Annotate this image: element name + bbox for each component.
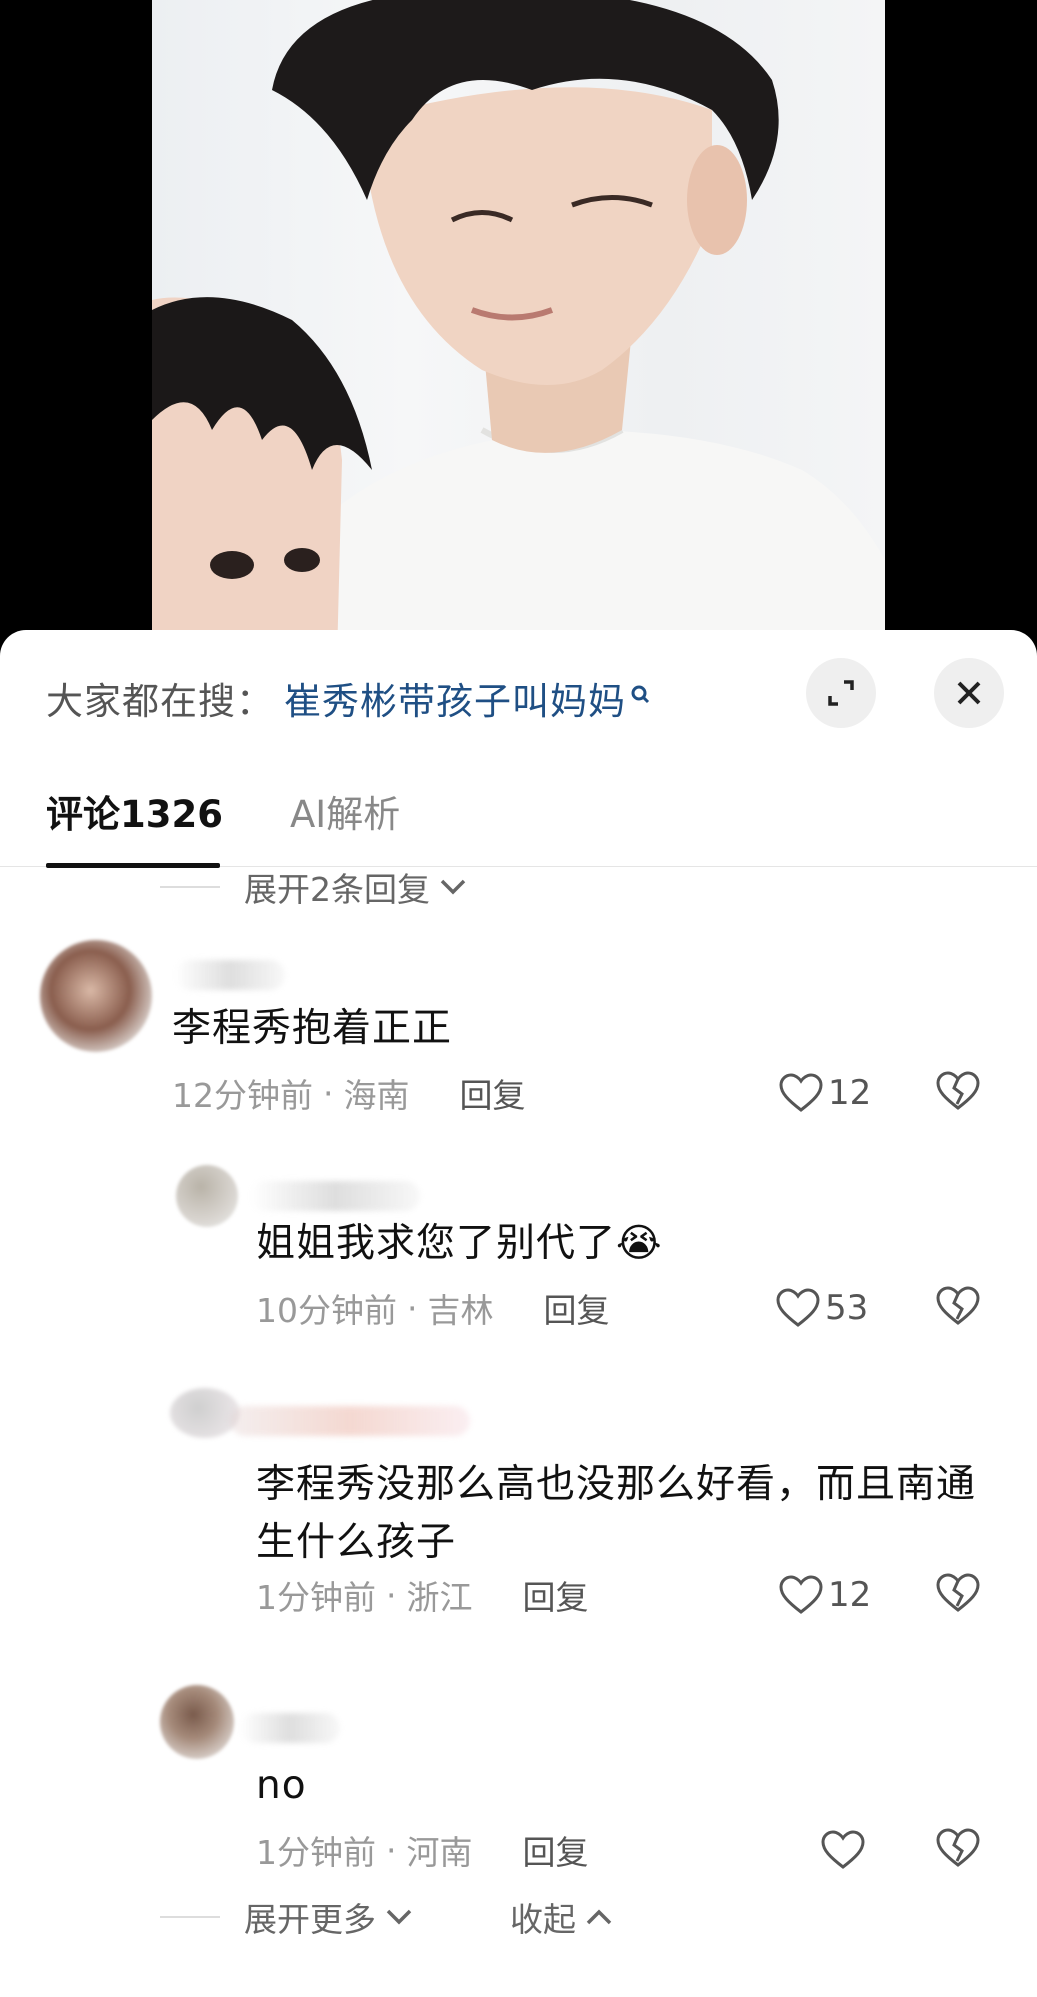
comment-region: 浙江 [406,1578,473,1617]
close-button[interactable] [934,658,1004,728]
heart-icon [776,1288,820,1327]
username-blurred[interactable] [250,1181,420,1211]
comment-meta: 10分钟前 · 吉林 回复 [256,1283,610,1333]
search-prefix: 大家都在搜： [46,680,274,723]
dislike-button[interactable] [935,1070,981,1116]
tab-bar: 评论1326 AI解析 [0,780,1037,868]
comment-text: 李程秀没那么高也没那么好看，而且南通生什么孩子 [256,1462,977,1565]
like-button[interactable]: 12 [778,1068,871,1118]
username-blurred[interactable] [240,1713,340,1743]
comment-time: 1分钟前 [256,1578,376,1617]
chevron-down-icon [440,879,466,895]
video-still-image [152,0,885,660]
chevron-up-icon [586,1909,612,1925]
expand-more-button[interactable]: 展开更多 [244,1893,414,1941]
divider [160,1916,220,1918]
expand-more-label: 展开更多 [244,1900,376,1939]
chevron-down-icon [386,1909,412,1925]
like-count: 53 [825,1288,869,1328]
username-blurred[interactable] [230,1406,470,1436]
comment-text: 姐姐我求您了别代了😭 [256,1221,663,1266]
video-frame [152,0,885,660]
close-icon [957,681,981,705]
broken-heart-icon [936,1286,980,1325]
comment-meta: 1分钟前 · 浙江 回复 [256,1570,589,1620]
search-suggestion[interactable]: 大家都在搜： 崔秀彬带孩子叫妈妈 [46,668,650,728]
comment-meta: 12分钟前 · 海南 回复 [172,1068,526,1118]
like-button[interactable]: 12 [778,1570,871,1620]
expand-replies-label: 展开2条回复 [244,870,430,909]
search-icon [630,684,650,712]
like-button[interactable] [820,1825,870,1875]
avatar[interactable] [160,1685,234,1759]
tab-ai-analysis[interactable]: AI解析 [290,780,400,850]
comment-region: 海南 [343,1076,410,1115]
avatar[interactable] [176,1165,238,1227]
comment-region: 河南 [406,1833,473,1872]
meta-separator: · [386,1830,397,1870]
collapse-label: 收起 [510,1900,576,1939]
video-area[interactable] [0,0,1037,660]
comment-time: 1分钟前 [256,1833,376,1872]
comment-region: 吉林 [427,1291,494,1330]
comment-time: 10分钟前 [256,1291,397,1330]
like-count: 12 [828,1073,872,1113]
heart-icon [779,1073,823,1112]
dislike-button[interactable] [935,1827,981,1873]
heart-icon [821,1830,865,1869]
avatar[interactable] [170,1388,240,1438]
comment-text: no [256,1763,307,1808]
broken-heart-icon [936,1071,980,1110]
broken-heart-icon [936,1828,980,1867]
thread-controls: 展开更多 收起 [160,1892,614,1942]
dislike-button[interactable] [935,1572,981,1618]
expand-icon [828,680,854,706]
comment-meta: 1分钟前 · 河南 回复 [256,1825,589,1875]
reply-button[interactable]: 回复 [544,1284,610,1332]
username-blurred[interactable] [175,960,285,990]
comment-sheet: 大家都在搜： 崔秀彬带孩子叫妈妈 评论1326 AI解析 展开2条回复 李程秀抱… [0,630,1037,1997]
dislike-button[interactable] [935,1285,981,1331]
heart-icon [779,1575,823,1614]
like-button[interactable]: 53 [775,1283,868,1333]
expand-button[interactable] [806,658,876,728]
comment-text: 李程秀抱着正正 [172,1006,453,1051]
reply-button[interactable]: 回复 [523,1826,589,1874]
expand-replies-link[interactable]: 展开2条回复 [160,862,468,912]
meta-separator: · [386,1575,397,1615]
meta-separator: · [407,1288,418,1328]
broken-heart-icon [936,1573,980,1612]
search-query-link[interactable]: 崔秀彬带孩子叫妈妈 [284,671,626,725]
divider [160,886,220,888]
reply-button[interactable]: 回复 [523,1571,589,1619]
avatar[interactable] [40,940,152,1052]
like-count: 12 [828,1575,872,1615]
collapse-button[interactable]: 收起 [510,1893,614,1941]
reply-button[interactable]: 回复 [460,1069,526,1117]
tab-comments[interactable]: 评论1326 [46,780,223,850]
comment-time: 12分钟前 [172,1076,313,1115]
meta-separator: · [323,1073,334,1113]
